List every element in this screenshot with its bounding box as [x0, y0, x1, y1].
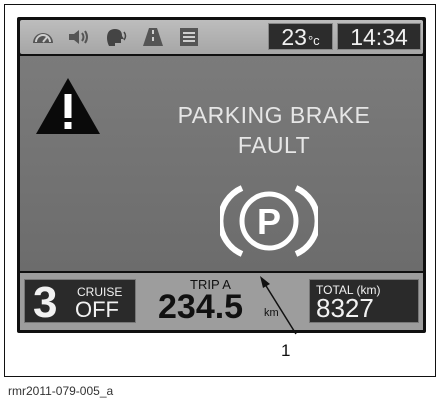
- temperature-value: 23: [281, 24, 307, 50]
- clock-display: 14:34: [337, 23, 421, 50]
- page: 23 °c 14:34 PARKING BRAKE FAULT P 3 CRUI…: [0, 0, 441, 404]
- gear-indicator: 3: [33, 278, 58, 327]
- callout-number: 1: [281, 341, 291, 360]
- warning-message-area: PARKING BRAKE FAULT P: [20, 56, 423, 271]
- speaker-icon: [66, 26, 92, 48]
- bottom-info-bar: 3 CRUISE OFF TRIP A 234.5 km TOTAL (km) …: [20, 273, 423, 330]
- figure-id: rmr2011-079-005_a: [8, 384, 114, 398]
- trip-value: 234.5: [158, 288, 244, 326]
- parking-brake-icon: P: [220, 176, 318, 266]
- odometer-panel: TOTAL (km) 8327: [309, 279, 419, 323]
- temperature-unit: °c: [307, 33, 320, 48]
- temperature-display: 23 °c: [268, 23, 333, 50]
- speedometer-icon: [30, 26, 56, 48]
- road-icon: [140, 26, 166, 48]
- odometer-value: 8327: [316, 293, 374, 323]
- voice-icon: [103, 26, 129, 48]
- gear-cruise-panel: 3 CRUISE OFF: [24, 278, 136, 327]
- trip-unit: km: [264, 307, 279, 319]
- status-bar: 23 °c 14:34: [20, 20, 423, 54]
- parking-brake-letter: P: [257, 201, 281, 242]
- menu-list-icon: [176, 26, 202, 48]
- warning-title-line2: FAULT: [237, 132, 311, 158]
- warning-triangle-icon: [34, 76, 102, 136]
- warning-title-line1: PARKING BRAKE: [177, 102, 371, 128]
- instrument-display: 23 °c 14:34 PARKING BRAKE FAULT P 3 CRUI…: [17, 17, 426, 333]
- cruise-state: OFF: [75, 297, 119, 322]
- trip-panel: TRIP A 234.5 km: [144, 275, 304, 327]
